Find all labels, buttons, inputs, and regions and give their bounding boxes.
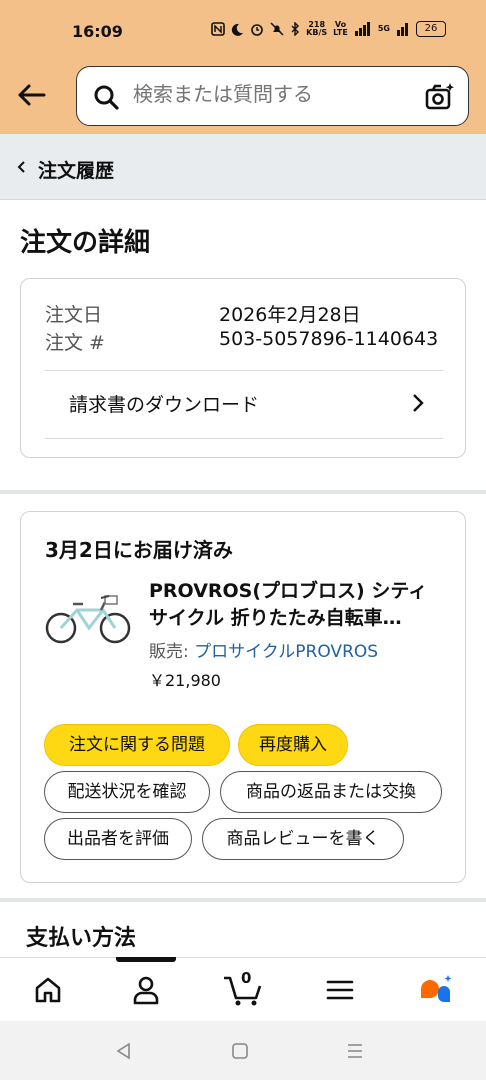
camera-search-icon[interactable] [424,81,456,113]
battery-icon: 26 [416,21,446,37]
order-info-card: 注文日 2026年2月28日 注文 # 503-5057896-1140643 … [20,278,466,458]
menu-icon[interactable] [322,972,358,1008]
bottom-nav: 0 [0,957,486,1021]
search-icon [94,85,119,110]
product-image[interactable] [43,584,133,646]
divider [45,438,443,439]
system-nav-bar [0,1021,486,1080]
track-package-button[interactable]: 配送状況を確認 [44,771,210,813]
volte-label: Vo LTE [333,20,348,37]
signal-icon [354,22,370,36]
seller-prefix: 販売: [149,642,195,662]
cart-count: 0 [241,969,252,987]
alarm-icon [251,24,263,36]
breadcrumb[interactable]: 注文履歴 [0,134,486,200]
order-number-label: 注文 # [45,332,105,354]
mute-icon [270,22,284,36]
network-type: 5G [377,24,390,33]
invoice-download-label: 請求書のダウンロード [69,394,260,416]
order-date-label: 注文日 [45,304,103,326]
status-bar: 16:09 218 KB/S Vo LTE 5G 26 [0,0,486,62]
signal-icon-2 [397,23,408,36]
return-button[interactable]: 商品の返品または交換 [220,771,442,813]
seller-link[interactable]: プロサイクルPROVROS [194,642,378,662]
account-icon[interactable] [128,972,164,1008]
shipment-card: 3月2日にお届け済み PROVROS(プロブロス) シティ サイクル 折りたたみ… [20,511,466,883]
search-bar[interactable] [76,66,469,126]
cart-button[interactable]: 0 [222,969,266,1008]
home-icon[interactable] [30,972,66,1008]
section-divider [0,490,486,494]
system-back-icon[interactable] [114,1041,134,1061]
write-review-button[interactable]: 商品レビューを書く [202,818,404,860]
system-recents-icon[interactable] [345,1041,365,1061]
seller-info: 販売: プロサイクルPROVROS [149,637,378,662]
rate-seller-button[interactable]: 出品者を評価 [44,818,192,860]
nfc-icon [211,22,225,36]
assistant-icon[interactable] [418,972,454,1008]
chevron-right-icon [413,394,424,412]
rebuy-button[interactable]: 再度購入 [238,724,348,766]
system-home-icon[interactable] [230,1041,250,1061]
back-arrow-icon[interactable] [14,78,48,112]
status-icons: 218 KB/S Vo LTE 5G 26 [211,21,446,37]
product-title[interactable]: PROVROS(プロブロス) シティ サイクル 折りたたみ自転車… [149,578,449,632]
net-speed: 218 KB/S [306,20,328,37]
payment-method-heading: 支払い方法 [26,926,137,951]
order-number-value: 503-5057896-1140643 [219,328,439,350]
order-date-value: 2026年2月28日 [219,304,361,326]
section-divider [0,898,486,902]
order-problem-button[interactable]: 注文に関する問題 [44,724,230,766]
delivery-status: 3月2日にお届け済み [45,538,233,562]
invoice-download-row[interactable]: 請求書のダウンロード [45,370,443,438]
chevron-left-icon [17,161,25,173]
active-tab-indicator [116,957,176,962]
status-time: 16:09 [72,22,123,41]
moon-icon [232,23,244,36]
bluetooth-icon [291,22,300,36]
search-input[interactable] [133,82,413,106]
breadcrumb-label[interactable]: 注文履歴 [38,156,114,183]
product-price: ￥21,980 [149,671,221,690]
page-title: 注文の詳細 [20,228,151,258]
header [0,62,486,134]
